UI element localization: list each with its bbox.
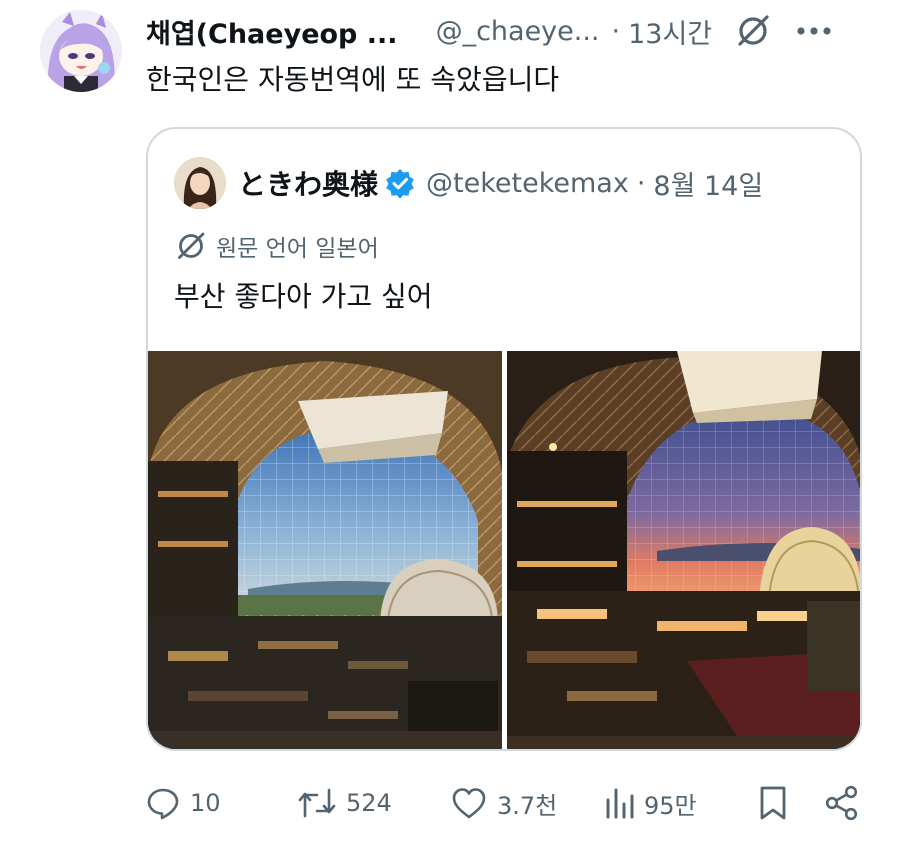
media-photo-day[interactable] [148,351,502,749]
reply-icon [147,788,179,820]
post-header: 채엽(Chaeyeop ... @_chaeye... · 13시간 [146,6,886,56]
quoted-post[interactable]: ときわ奥様 @teketekemax · 8월 14일 원문 언어 일본어 부산… [146,127,862,751]
bookmark-icon [760,786,786,820]
view-count: 95만 [644,791,697,820]
more-icon[interactable] [796,26,832,36]
atrium-day-photo [148,351,502,749]
atrium-sunset-photo [507,351,860,749]
reply-count: 10 [190,789,221,817]
translate-small-icon [178,232,205,259]
post-page: 채엽(Chaeyeop ... @_chaeye... · 13시간 한국인은 … [0,0,900,842]
avatar[interactable] [40,10,122,92]
quoted-author-name[interactable]: ときわ奥様 [238,163,378,203]
heart-icon [452,788,486,819]
verified-badge-icon [384,167,416,199]
translate-icon[interactable] [734,11,774,51]
translation-note[interactable]: 원문 언어 일본어 [174,229,379,263]
like-button[interactable]: 3.7천 [451,778,557,828]
quoted-separator-dot: · [636,167,646,199]
post-text: 한국인은 자동번역에 또 속았읍니다 [146,63,560,96]
share-icon [825,785,858,821]
quoted-author-handle[interactable]: @teketekemax [426,168,629,199]
quoted-avatar[interactable] [174,157,226,209]
views-button[interactable]: 95만 [604,778,697,828]
post-time[interactable]: 13시간 [628,12,712,51]
avatar-illustration [40,10,122,92]
media-photo-sunset[interactable] [507,351,860,749]
analytics-icon [606,788,634,819]
share-button[interactable] [824,778,860,828]
bookmark-button[interactable] [758,778,788,828]
quoted-post-date[interactable]: 8월 14일 [653,164,763,203]
quoted-post-text: 부산 좋다아 가고 싶어 [174,280,433,313]
quoted-post-header: ときわ奥様 @teketekemax · 8월 14일 [174,155,854,211]
repost-icon [298,788,336,818]
action-bar: 10 524 3.7천 95만 [146,778,866,828]
author-handle[interactable]: @_chaeye... [436,16,600,47]
repost-count: 524 [346,789,392,817]
reply-button[interactable]: 10 [146,778,221,828]
quoted-avatar-photo [174,157,226,209]
author-name[interactable]: 채엽(Chaeyeop ... [146,12,398,51]
separator-dot: · [611,15,621,47]
like-count: 3.7천 [497,791,558,820]
translation-note-label: 원문 언어 일본어 [216,236,379,262]
repost-button[interactable]: 524 [298,778,392,828]
